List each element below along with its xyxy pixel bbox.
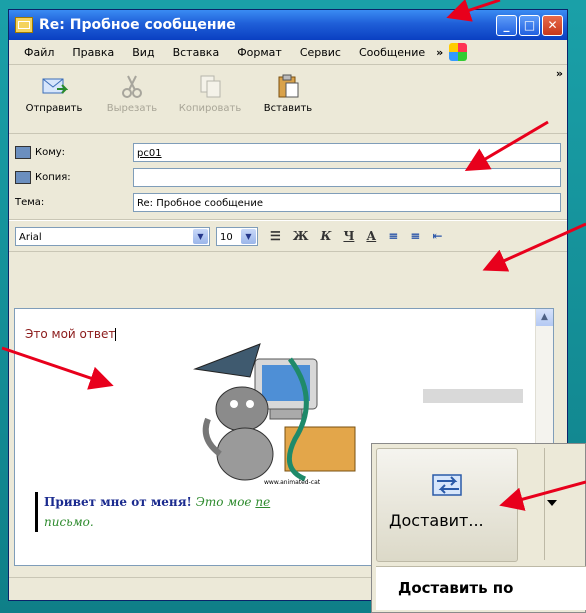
quote-line-two: письмо.	[44, 515, 94, 529]
send-button[interactable]: Отправить	[15, 73, 93, 114]
maximize-button[interactable]: □	[519, 14, 540, 36]
copy-icon	[200, 75, 221, 98]
copy-label: Копировать	[178, 103, 242, 114]
menu-tools[interactable]: Сервис	[291, 46, 350, 59]
underline-button[interactable]: Ч	[343, 229, 354, 243]
paragraph-style-icon[interactable]: ☰	[270, 229, 281, 243]
subject-label: Тема:	[15, 197, 45, 208]
cut-label: Вырезать	[106, 103, 158, 114]
windows-logo-icon	[449, 43, 468, 61]
cc-field[interactable]	[133, 168, 561, 187]
cc-row: Копия:	[15, 165, 561, 190]
to-label[interactable]: Кому:	[15, 146, 133, 159]
scroll-up-icon[interactable]: ▲	[536, 309, 553, 326]
close-button[interactable]: ✕	[542, 14, 563, 36]
font-select[interactable]: Arial ▼	[15, 226, 210, 246]
cut-button[interactable]: Вырезать	[93, 73, 171, 114]
paste-icon	[278, 74, 299, 98]
paste-button[interactable]: Вставить	[249, 73, 327, 114]
deliver-button[interactable]: Доставит...	[376, 448, 518, 562]
cc-label[interactable]: Копия:	[15, 171, 133, 184]
reply-text: Это мой ответ	[25, 327, 117, 341]
menu-file[interactable]: Файл	[15, 46, 63, 59]
message-icon	[15, 17, 33, 33]
subject-field[interactable]: Re: Пробное сообщение	[133, 193, 561, 212]
menu-message[interactable]: Сообщение	[350, 46, 434, 59]
send-receive-icon	[432, 474, 462, 496]
paste-label: Вставить	[263, 103, 313, 114]
address-fields: Кому: pc01 Копия: Тема: Re: Пробное сооб…	[9, 134, 567, 220]
quote-underline-text: пе	[255, 495, 271, 509]
send-label: Отправить	[25, 103, 83, 114]
grey-placeholder-bar	[423, 389, 523, 403]
send-icon	[42, 78, 68, 94]
indent-icon[interactable]: ⇤	[432, 229, 442, 243]
bullet-list-icon[interactable]: ≡	[410, 229, 420, 243]
font-size-select[interactable]: 10 ▼	[216, 226, 258, 246]
bold-button[interactable]: Ж	[293, 229, 309, 243]
text-caret	[115, 328, 117, 341]
menu-view[interactable]: Вид	[123, 46, 163, 59]
subject-row: Тема: Re: Пробное сообщение	[15, 190, 561, 215]
menu-format[interactable]: Формат	[228, 46, 291, 59]
send-button-zoom-callout: Доставит... Доставить по	[371, 443, 586, 613]
window-controls: _ □ ✕	[496, 14, 567, 36]
copy-button[interactable]: Копировать	[171, 73, 249, 114]
format-toolbar: Arial ▼ 10 ▼ ☰ Ж К Ч А ≡ ≡ ⇤	[9, 220, 567, 252]
scissors-icon	[122, 75, 142, 98]
menu-edit[interactable]: Правка	[63, 46, 123, 59]
toolbar-more-chevron[interactable]: »	[556, 67, 563, 80]
main-toolbar: Отправить Вырезать Копировать Вставить »	[9, 65, 567, 134]
address-book-icon	[15, 146, 31, 159]
quote-bold-text: Привет мне от меня!	[44, 495, 192, 509]
numbered-list-icon[interactable]: ≡	[388, 229, 398, 243]
deliver-button-label: Доставит...	[389, 511, 484, 530]
menu-bar: Файл Правка Вид Вставка Формат Сервис Со…	[9, 40, 567, 65]
chevron-down-icon: ▼	[241, 228, 256, 244]
to-field[interactable]: pc01	[133, 143, 561, 162]
menu-more-chevron[interactable]: »	[434, 46, 445, 59]
deliver-tooltip: Доставить по	[376, 566, 586, 610]
minimize-button[interactable]: _	[496, 14, 517, 36]
italic-button[interactable]: К	[321, 229, 332, 243]
menu-insert[interactable]: Вставка	[164, 46, 229, 59]
address-book-icon	[15, 171, 31, 184]
cat-at-computer-image: www.animated-cat	[193, 343, 356, 486]
to-row: Кому: pc01	[15, 140, 561, 165]
quote-italic-text: Это мое	[195, 495, 252, 509]
window-title: Re: Пробное сообщение	[39, 17, 236, 33]
chevron-down-icon[interactable]	[547, 500, 557, 506]
font-color-button[interactable]: А	[366, 229, 376, 243]
cartoon-caption: www.animated-cat	[264, 479, 321, 486]
title-bar[interactable]: Re: Пробное сообщение _ □ ✕	[9, 10, 567, 40]
chevron-down-icon: ▼	[193, 228, 208, 244]
